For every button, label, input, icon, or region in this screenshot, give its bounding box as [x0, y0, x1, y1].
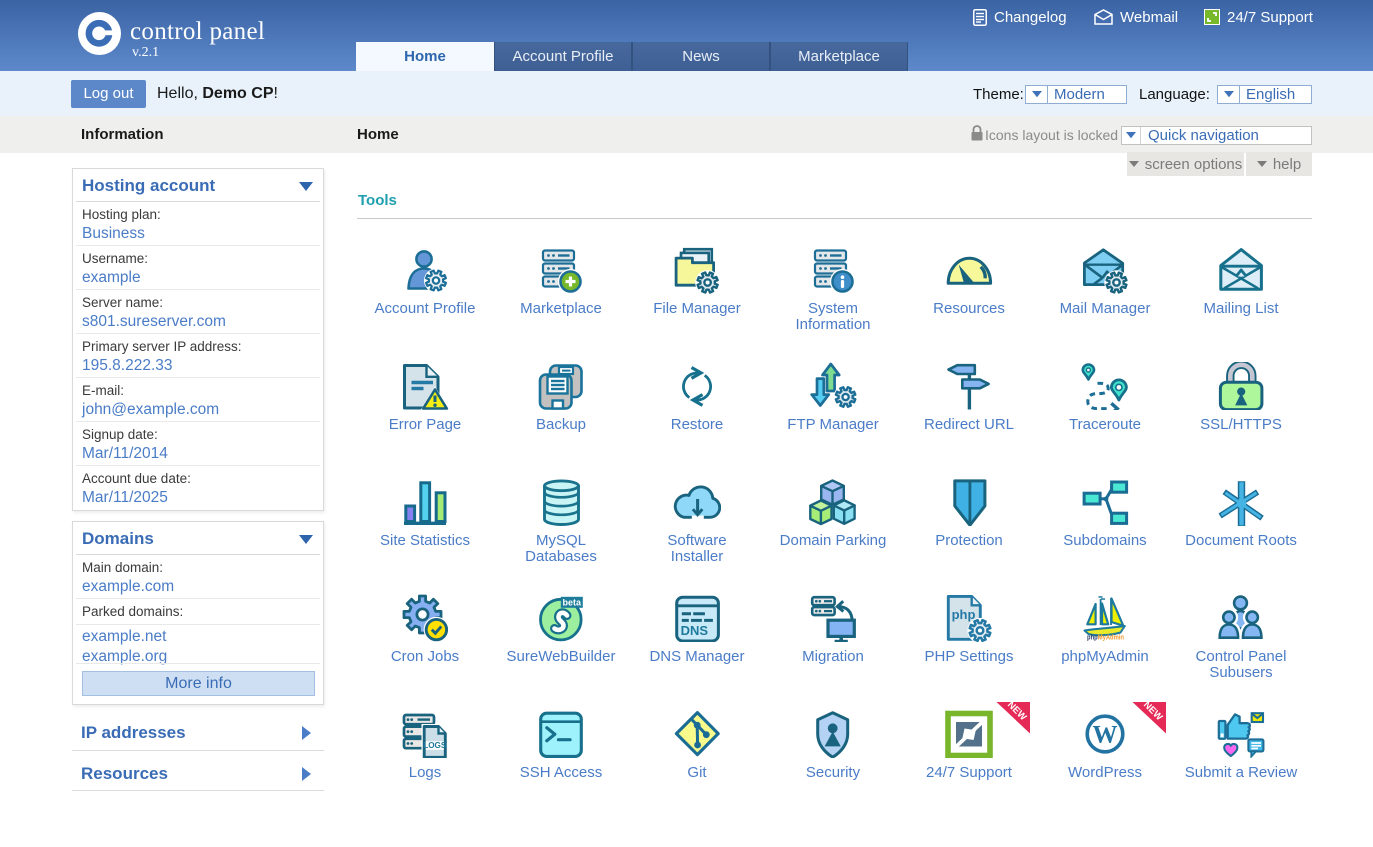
svg-text:phpMyAdmin: phpMyAdmin — [1087, 633, 1124, 642]
svg-text:php: php — [952, 607, 976, 622]
svg-text:beta: beta — [563, 598, 583, 608]
svg-text:LOGS: LOGS — [423, 741, 447, 750]
svg-text:W: W — [1093, 722, 1118, 749]
svg-text:DNS: DNS — [681, 623, 709, 638]
